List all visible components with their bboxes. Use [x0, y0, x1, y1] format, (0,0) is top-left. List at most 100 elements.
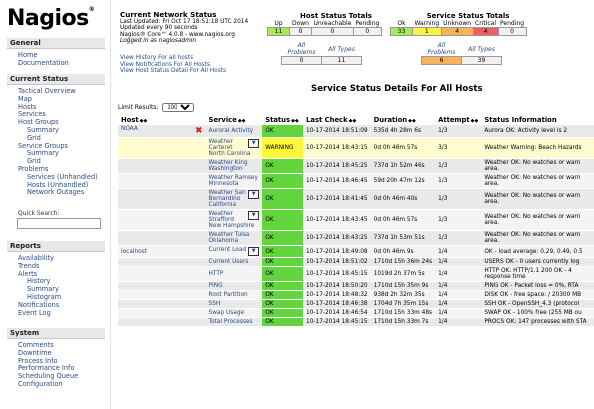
service-cell-text[interactable]: Current Load [209, 247, 247, 253]
host-cell[interactable] [118, 209, 206, 231]
service-cell-text[interactable]: Root Partition [209, 292, 248, 298]
host-cell[interactable] [118, 299, 206, 309]
nav-item-summary[interactable]: Summary [7, 150, 98, 158]
service-cell[interactable]: Root Partition [205, 290, 263, 300]
col-host[interactable]: Host◆◆ [118, 114, 206, 125]
status-info-cell: Weather OK: No watches or warn area. [481, 209, 594, 231]
graph-icon[interactable]: ▼ [248, 139, 260, 148]
svc-pending-count[interactable]: 0 [497, 27, 527, 36]
attempt-cell: 1/3 [435, 209, 482, 231]
table-row: HTTP OK 10-17-2014 18:45:15 1019d 2h 37m 5s… [118, 266, 594, 282]
nav-item-event-log[interactable]: Event Log [7, 309, 61, 318]
host-cell[interactable] [118, 137, 206, 159]
service-cell[interactable]: SSH [205, 299, 263, 309]
host-problems-count[interactable]: 0 [281, 56, 322, 65]
service-cell[interactable]: Auroral Activity [205, 125, 263, 138]
duration-cell-text: 1710d 15h 35m 9s [373, 283, 429, 289]
svc-ok-count[interactable]: 33 [390, 27, 413, 36]
col-last-check[interactable]: Last Check◆◆ [303, 114, 371, 125]
svc-critical-count[interactable]: 4 [472, 27, 499, 36]
svc-all-types-link[interactable]: All Types [462, 42, 502, 57]
quick-search-input[interactable] [17, 218, 101, 229]
attempt-cell: 1/4 [435, 245, 482, 258]
host-cell-text[interactable]: localhost [121, 249, 147, 255]
service-cell-text[interactable]: Weather San Bernardino California [209, 190, 246, 208]
service-cell-text[interactable]: SSH [209, 301, 221, 307]
host-cell[interactable] [118, 173, 206, 189]
host-cell[interactable] [118, 266, 206, 282]
host-up-label: Up [274, 20, 283, 27]
host-cell[interactable]: NOAA ✖ [118, 125, 206, 138]
link-view-notifications[interactable]: View Notifications For All Hosts [120, 62, 248, 69]
nav-item-summary[interactable]: Summary [7, 126, 98, 135]
host-unreachable-label: Unreachable [313, 20, 352, 27]
host-all-problems-link[interactable]: All Problems [282, 42, 322, 57]
service-cell[interactable]: Current Users [205, 257, 263, 267]
service-cell[interactable]: Total Processes [205, 317, 263, 327]
status-badge: OK [262, 266, 304, 282]
svc-types-count[interactable]: 39 [461, 56, 502, 65]
host-cell-text[interactable]: NOAA [121, 126, 138, 132]
limit-results-select[interactable]: 100 [162, 103, 195, 112]
col-duration[interactable]: Duration◆◆ [371, 114, 435, 125]
host-cell[interactable] [118, 308, 206, 318]
status-badge-text: OK [265, 319, 274, 325]
host-cell[interactable] [118, 188, 206, 210]
link-view-history[interactable]: View History For all hosts [120, 55, 248, 62]
service-cell[interactable]: ▼ Current Load [205, 245, 263, 258]
service-cell-text[interactable]: Weather King Washington [209, 160, 248, 172]
service-cell[interactable]: Weather Ramsey Minnesota [205, 173, 263, 189]
host-cell[interactable] [118, 230, 206, 246]
table-row: Weather King Washington OK 10-17-2014 18:4… [118, 158, 594, 174]
host-all-types-link[interactable]: All Types [322, 42, 362, 57]
host-cell[interactable] [118, 281, 206, 291]
last-check-cell-text: 10-17-2014 18:46:45 [306, 178, 368, 184]
last-check-cell-text: 10-17-2014 18:43:45 [306, 217, 368, 223]
nagios-logo[interactable]: Nagios® [7, 6, 95, 31]
graph-icon[interactable]: ▼ [248, 247, 260, 256]
host-up-count[interactable]: 11 [267, 27, 290, 36]
nav-item-network-outages[interactable]: Network Outages [7, 189, 98, 197]
col-status[interactable]: Status◆◆ [262, 114, 303, 125]
service-cell[interactable]: ▼ Weather San Bernardino California [205, 188, 263, 210]
service-cell[interactable]: HTTP [205, 266, 263, 282]
host-down-count[interactable]: 0 [289, 27, 312, 36]
host-pending-count[interactable]: 0 [352, 27, 382, 36]
host-cell[interactable] [118, 158, 206, 174]
service-cell[interactable]: Weather Tulsa Oklahoma [205, 230, 263, 246]
col-attempt[interactable]: Attempt◆◆ [435, 114, 481, 125]
service-cell-text[interactable]: Auroral Activity [209, 128, 254, 134]
host-cell[interactable]: localhost [118, 245, 206, 258]
col-service[interactable]: Service◆◆ [206, 114, 263, 125]
service-cell-text[interactable]: PING [209, 283, 223, 289]
link-view-host-status[interactable]: View Host Status Detail For All Hosts [120, 68, 248, 75]
svc-unknown-count[interactable]: 4 [440, 27, 474, 36]
svc-warning-count[interactable]: 1 [412, 27, 442, 36]
nav-documentation[interactable]: Documentation [7, 59, 69, 68]
service-cell[interactable]: ▼ Weather Carteret North Carolina [205, 137, 263, 159]
service-cell[interactable]: ▼ Weather Strafford New Hampshire [205, 209, 263, 231]
host-cell[interactable] [118, 317, 206, 327]
service-cell-text[interactable]: HTTP [209, 271, 224, 277]
duration-cell: 737d 1h 52m 46s [370, 158, 436, 174]
service-cell-text[interactable]: Current Users [209, 259, 249, 265]
duration-cell: 737d 1h 53m 51s [370, 230, 436, 246]
svc-all-problems-link[interactable]: All Problems [422, 42, 462, 57]
service-cell-text[interactable]: Weather Tulsa Oklahoma [209, 232, 250, 244]
status-info-cell-text: Weather OK: No watches or warn area. [484, 193, 581, 205]
nav-item-configuration[interactable]: Configuration [7, 380, 78, 389]
service-cell[interactable]: PING [205, 281, 263, 291]
service-cell-text[interactable]: Weather Ramsey Minnesota [209, 175, 258, 187]
service-cell[interactable]: Weather King Washington [205, 158, 263, 174]
service-cell-text[interactable]: Total Processes [209, 319, 253, 325]
host-cell[interactable] [118, 257, 206, 267]
graph-icon[interactable]: ▼ [248, 211, 260, 220]
host-unreachable-count[interactable]: 0 [311, 27, 354, 36]
service-cell-text[interactable]: Swap Usage [209, 310, 245, 316]
graph-icon[interactable]: ▼ [248, 190, 260, 199]
host-cell[interactable] [118, 290, 206, 300]
host-types-count[interactable]: 11 [321, 56, 362, 65]
svc-problems-count[interactable]: 6 [421, 56, 462, 65]
service-cell-text[interactable]: Weather Carteret North Carolina [209, 139, 251, 157]
service-cell[interactable]: Swap Usage [205, 308, 263, 318]
